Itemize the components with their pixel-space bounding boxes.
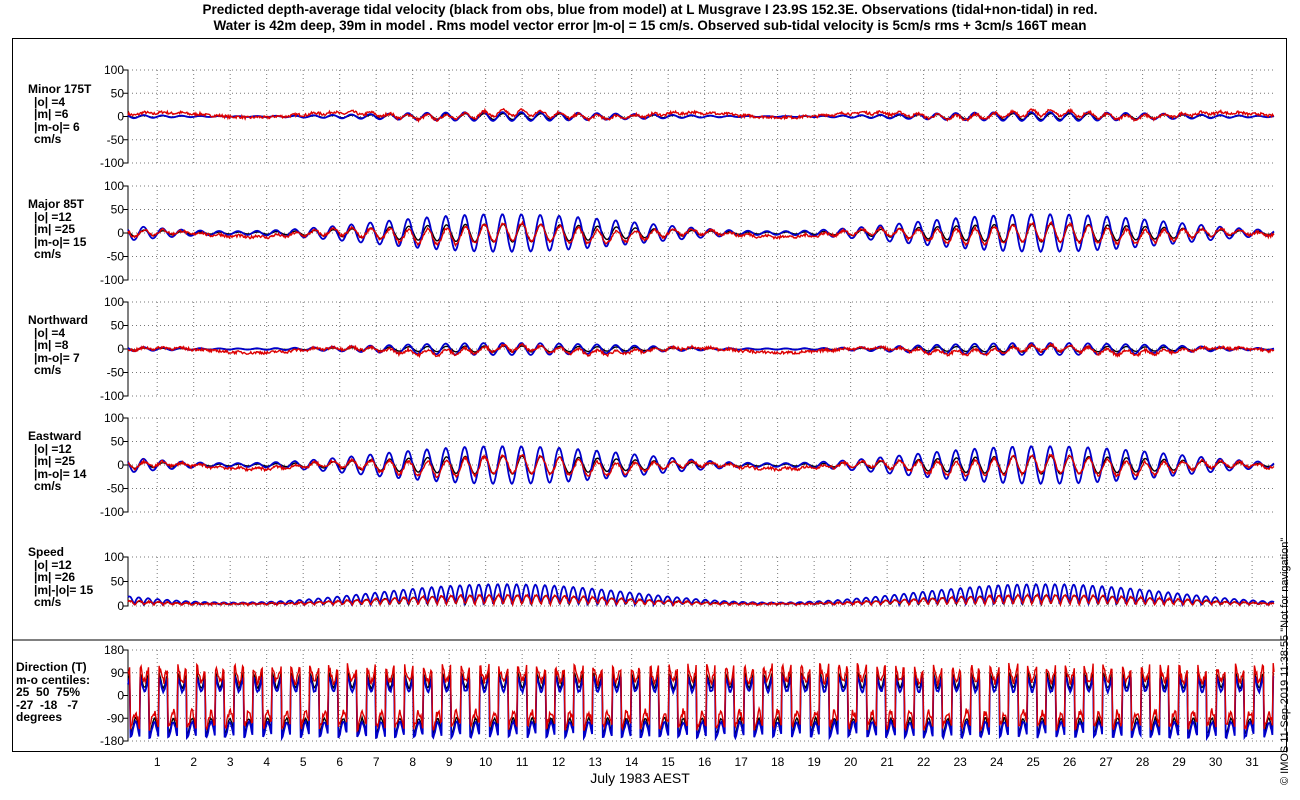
x-tick-label: 4	[263, 755, 270, 769]
y-tick-label: 50	[111, 575, 125, 589]
x-tick-label: 22	[917, 755, 931, 769]
panel-label-line: |m| =6	[34, 107, 69, 121]
x-tick-label: 20	[844, 755, 858, 769]
panel-label-line: degrees	[16, 710, 63, 724]
y-tick-label: -100	[100, 273, 124, 287]
x-tick-label: 10	[479, 755, 493, 769]
x-tick-label: 28	[1136, 755, 1150, 769]
y-tick-label: 0	[117, 110, 124, 124]
x-tick-label: 24	[990, 755, 1004, 769]
x-tick-label: 12	[552, 755, 566, 769]
x-tick-label: 1	[154, 755, 161, 769]
panel-label-line: cm/s	[34, 132, 62, 146]
panel-label-line: cm/s	[34, 247, 62, 261]
y-tick-label: 100	[104, 63, 124, 77]
y-tick-label: 50	[111, 203, 125, 217]
y-tick-label: -180	[100, 734, 124, 748]
panel-label-line: |m| =25	[34, 454, 76, 468]
y-tick-label: 50	[111, 86, 125, 100]
panel-label-line: Northward	[28, 313, 88, 327]
panel-label-line: cm/s	[34, 595, 62, 609]
x-tick-label: 26	[1063, 755, 1077, 769]
y-tick-label: 100	[104, 550, 124, 564]
y-tick-label: 100	[104, 295, 124, 309]
chart-canvas: 1 2 3 4 5 6 7 8 9 10 11 12 13 14 15 16 17 18 19 20 21 22 23 24 2…	[12, 63, 1287, 769]
x-axis-label: July 1983 AEST	[590, 770, 690, 786]
panel-label-line: Direction (T)	[16, 660, 87, 674]
y-tick-label: -100	[100, 505, 124, 519]
series-line	[127, 107, 1275, 123]
credit-text: © IMOS 11-Sep-2019 11:38:55 "Not for nav…	[1279, 537, 1291, 785]
panel-label-east: Eastward |o| =12 |m| =25 |m-o|= 14 cm/s	[28, 430, 86, 493]
y-tick-label: 50	[111, 435, 125, 449]
x-tick-label: 23	[953, 755, 967, 769]
panel-label-line: |m| =26	[34, 570, 76, 584]
x-tick-label: 6	[336, 755, 343, 769]
panel-label-line: cm/s	[34, 363, 62, 377]
y-tick-label: 0	[117, 458, 124, 472]
x-tick-label: 5	[300, 755, 307, 769]
x-tick-label: 2	[190, 755, 197, 769]
panel-label-line: Major 85T	[28, 197, 85, 211]
x-tick-label: 15	[661, 755, 675, 769]
panel-label-direction: Direction (T) m-o centiles: 25 50 75% -27 -…	[16, 661, 90, 724]
x-tick-label: 27	[1099, 755, 1113, 769]
x-tick-label: 11	[516, 755, 529, 769]
y-tick-label: 90	[111, 666, 125, 680]
y-tick-label: -100	[100, 156, 124, 170]
x-tick-label: 25	[1026, 755, 1040, 769]
y-tick-label: 0	[117, 342, 124, 356]
x-tick-label: 3	[227, 755, 234, 769]
x-tick-label: 14	[625, 755, 639, 769]
x-tick-label: 31	[1245, 755, 1259, 769]
panel-label-minor: Minor 175T |o| =4 |m| =6 |m-o|= 6 cm/s	[28, 83, 91, 146]
x-tick-label: 9	[446, 755, 453, 769]
panel-label-major: Major 85T |o| =12 |m| =25 |m-o|= 15 cm/s	[28, 198, 86, 261]
x-tick-label: 7	[373, 755, 380, 769]
series-line	[127, 583, 1275, 608]
panel-label-line: Eastward	[28, 429, 82, 443]
panel-label-line: 25 50 75%	[16, 685, 81, 699]
x-tick-label: 18	[771, 755, 785, 769]
x-tick-label: 16	[698, 755, 712, 769]
y-tick-label: -50	[107, 366, 125, 380]
panel-label-north: Northward |o| =4 |m| =8 |m-o|= 7 cm/s	[28, 314, 88, 377]
x-tick-label: 17	[734, 755, 748, 769]
y-tick-label: 0	[117, 599, 124, 613]
y-tick-label: -90	[107, 711, 125, 725]
x-tick-label: 8	[409, 755, 416, 769]
x-tick-label: 29	[1172, 755, 1186, 769]
y-tick-label: 100	[104, 411, 124, 425]
y-tick-label: -100	[100, 389, 124, 403]
y-tick-label: 0	[117, 226, 124, 240]
y-tick-label: -50	[107, 482, 125, 496]
y-tick-label: -50	[107, 250, 125, 264]
panel-label-line: Minor 175T	[28, 82, 92, 96]
y-tick-label: -50	[107, 133, 125, 147]
y-tick-label: 0	[117, 689, 124, 703]
x-tick-label: 19	[807, 755, 821, 769]
x-tick-label: 21	[880, 755, 894, 769]
panel-label-speed: Speed |o| =12 |m| =26 |m|-|o|= 15 cm/s	[28, 546, 93, 609]
x-tick-label: 30	[1209, 755, 1223, 769]
panel-label-line: |m| =8	[34, 338, 69, 352]
y-tick-label: 50	[111, 319, 125, 333]
panel-label-line: Speed	[28, 545, 65, 559]
panel-label-line: |m| =25	[34, 222, 76, 236]
y-tick-label: 100	[104, 179, 124, 193]
panel-label-line: cm/s	[34, 479, 62, 493]
y-tick-label: 180	[104, 643, 124, 657]
x-tick-label: 13	[588, 755, 602, 769]
